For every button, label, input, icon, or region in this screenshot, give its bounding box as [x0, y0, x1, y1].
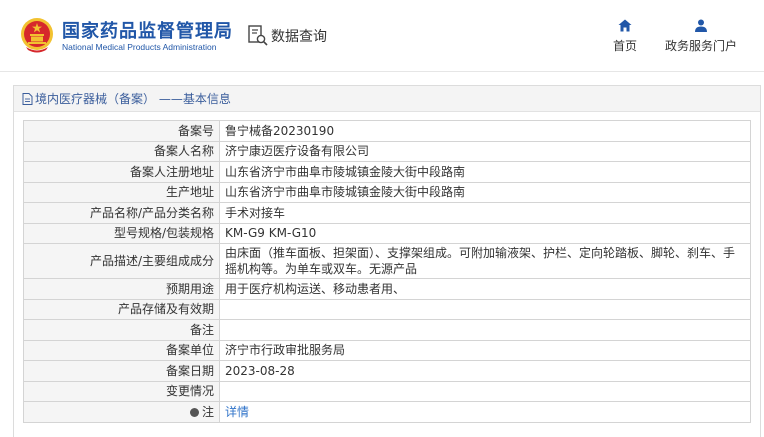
row-value: 济宁市行政审批服务局	[219, 339, 751, 361]
row-label: 备案人名称	[23, 140, 220, 162]
table-row: 产品描述/主要组成成分 由床面（推车面板、担架面）、支撑架组成。可附加输液架、护…	[23, 243, 751, 279]
document-search-icon	[248, 25, 268, 46]
table-row: 注 详情	[23, 401, 751, 423]
user-icon	[695, 19, 707, 32]
row-label: 备案人注册地址	[23, 161, 220, 183]
table-row: 生产地址 山东省济宁市曲阜市陵城镇金陵大街中段路南	[23, 181, 751, 203]
breadcrumb: 境内医疗器械（备案） ——基本信息	[35, 92, 231, 106]
nav-service-portal-link[interactable]: 政务服务门户	[662, 19, 740, 54]
site-header: 国家药品监督管理局 National Medical Products Admi…	[0, 0, 764, 72]
row-value: 2023-08-28	[219, 360, 751, 382]
nav-home-link[interactable]: 首页	[610, 19, 640, 54]
table-row: 备案单位 济宁市行政审批服务局	[23, 339, 751, 361]
national-emblem-icon	[21, 18, 53, 53]
row-value: 由床面（推车面板、担架面）、支撑架组成。可附加输液架、护栏、定向轮踏板、脚轮、刹…	[219, 243, 751, 279]
row-label: 型号规格/包装规格	[23, 222, 220, 244]
nav-home-label: 首页	[612, 39, 637, 53]
row-label: 备案单位	[23, 339, 220, 361]
row-label: 备注	[23, 319, 220, 341]
row-value: 山东省济宁市曲阜市陵城镇金陵大街中段路南	[219, 161, 751, 183]
data-query-link[interactable]: 数据查询	[248, 25, 327, 47]
table-row: 变更情况	[23, 380, 751, 402]
row-value: 手术对接车	[219, 202, 751, 224]
table-row: 备案人注册地址 山东省济宁市曲阜市陵城镇金陵大街中段路南	[23, 161, 751, 183]
row-label-note: 注	[23, 401, 220, 423]
document-icon	[22, 92, 33, 105]
row-value: 山东省济宁市曲阜市陵城镇金陵大街中段路南	[219, 181, 751, 203]
row-value: 详情	[219, 401, 751, 423]
home-icon	[618, 19, 632, 32]
row-value: 鲁宁械备20230190	[219, 120, 751, 142]
record-panel: 境内医疗器械（备案） ——基本信息 备案号 鲁宁械备20230190 备案人名称…	[13, 85, 761, 437]
note-label: 注	[201, 404, 214, 419]
row-value: 用于医疗机构运送、移动患者用、	[219, 278, 751, 300]
row-label: 产品名称/产品分类名称	[23, 202, 220, 224]
panel-header: 境内医疗器械（备案） ——基本信息	[14, 86, 760, 112]
bulb-icon	[189, 407, 199, 417]
row-value	[219, 319, 751, 341]
row-value: KM-G9 KM-G10	[219, 222, 751, 244]
row-label: 产品存储及有效期	[23, 298, 220, 320]
record-detail-table: 备案号 鲁宁械备20230190 备案人名称 济宁康迈医疗设备有限公司 备案人注…	[23, 120, 751, 423]
table-row: 备注	[23, 319, 751, 341]
table-row: 备案人名称 济宁康迈医疗设备有限公司	[23, 140, 751, 162]
row-label: 生产地址	[23, 181, 220, 203]
table-row: 型号规格/包装规格 KM-G9 KM-G10	[23, 222, 751, 244]
row-label: 变更情况	[23, 380, 220, 402]
row-label: 备案号	[23, 120, 220, 142]
nav-service-label: 政务服务门户	[664, 39, 737, 53]
data-query-label: 数据查询	[271, 29, 327, 45]
agency-name-cn[interactable]: 国家药品监督管理局	[62, 17, 233, 43]
row-value	[219, 380, 751, 402]
table-row: 产品存储及有效期	[23, 298, 751, 320]
row-value: 济宁康迈医疗设备有限公司	[219, 140, 751, 162]
row-value	[219, 298, 751, 320]
row-label: 备案日期	[23, 360, 220, 382]
table-row: 产品名称/产品分类名称 手术对接车	[23, 202, 751, 224]
row-label: 预期用途	[23, 278, 220, 300]
table-row: 预期用途 用于医疗机构运送、移动患者用、	[23, 278, 751, 300]
agency-name-en[interactable]: National Medical Products Administration	[62, 42, 217, 52]
detail-link[interactable]: 详情	[225, 405, 249, 419]
table-row: 备案号 鲁宁械备20230190	[23, 120, 751, 142]
table-row: 备案日期 2023-08-28	[23, 360, 751, 382]
row-label: 产品描述/主要组成成分	[23, 243, 220, 279]
